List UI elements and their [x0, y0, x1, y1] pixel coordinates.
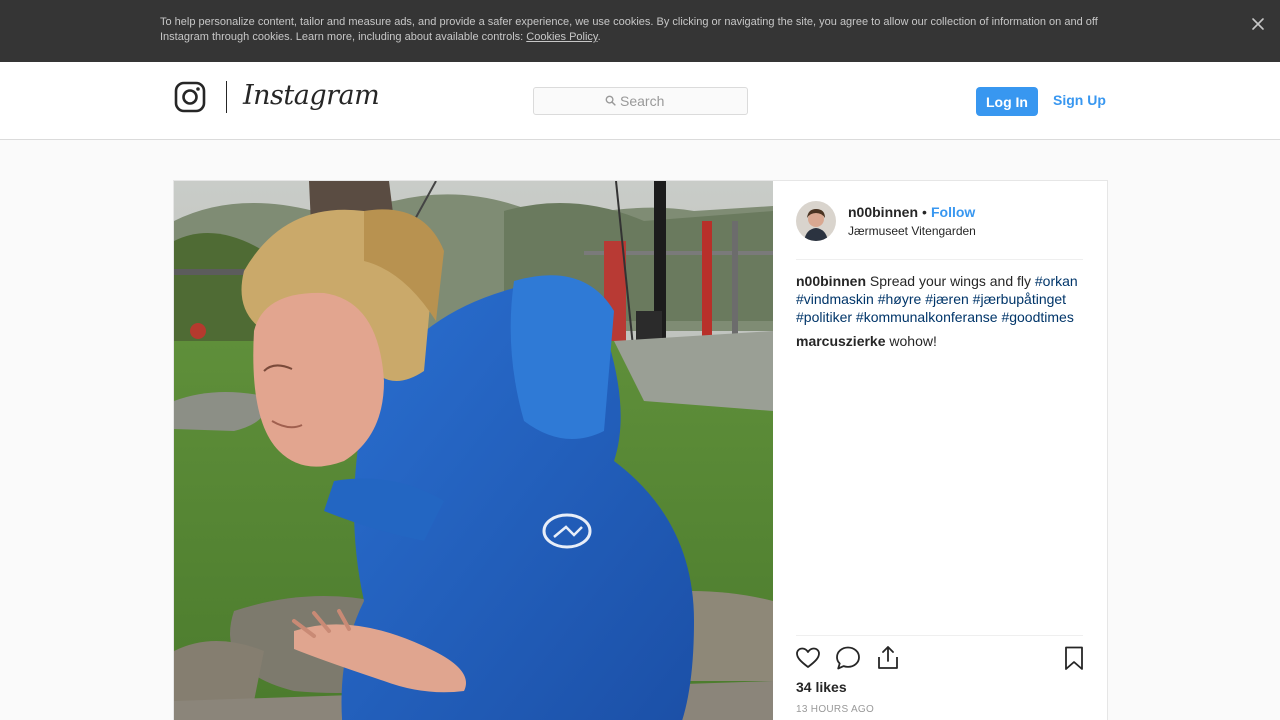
share-icon[interactable]: [874, 644, 902, 672]
separator-dot: •: [922, 204, 927, 220]
close-icon[interactable]: [1250, 16, 1266, 32]
heart-icon[interactable]: [794, 644, 822, 672]
divider: [796, 635, 1083, 636]
post-sidebar: n00binnen • Follow Jærmuseet Vitengarden…: [796, 181, 1083, 720]
hashtag-link[interactable]: #goodtimes: [1001, 309, 1073, 325]
post-location[interactable]: Jærmuseet Vitengarden: [848, 224, 976, 238]
hashtag-link[interactable]: #jærbupåtinget: [973, 291, 1066, 307]
search-icon: [605, 95, 616, 106]
caption-author[interactable]: n00binnen: [796, 273, 866, 289]
cookie-banner: To help personalize content, tailor and …: [0, 0, 1280, 62]
post-author-username[interactable]: n00binnen: [848, 204, 918, 220]
logo-divider: [226, 81, 227, 113]
follow-button[interactable]: Follow: [931, 204, 975, 220]
search-box[interactable]: [533, 87, 748, 115]
log-in-button[interactable]: Log In: [976, 87, 1038, 116]
post-caption: n00binnen Spread your wings and fly #ork…: [796, 272, 1083, 326]
caption-text: Spread your wings and fly: [869, 273, 1031, 289]
post-photo[interactable]: [174, 181, 773, 720]
cookie-period: .: [597, 31, 601, 43]
comment-text: wohow!: [889, 333, 937, 349]
comment-author[interactable]: marcuszierke: [796, 333, 886, 349]
cookie-notice-text: To help personalize content, tailor and …: [160, 15, 1110, 45]
search-input[interactable]: [620, 92, 740, 110]
divider: [796, 259, 1083, 260]
post-photo-image: [174, 181, 773, 720]
avatar[interactable]: [796, 201, 836, 241]
instagram-glyph-icon[interactable]: [174, 81, 206, 113]
hashtag-link[interactable]: #kommunalkonferanse: [856, 309, 998, 325]
comment-item: marcuszierke wohow!: [796, 332, 1083, 350]
instagram-wordmark[interactable]: Instagram: [243, 80, 380, 111]
hashtag-link[interactable]: #høyre: [878, 291, 922, 307]
hashtag-link[interactable]: #politiker: [796, 309, 852, 325]
avatar-image: [796, 201, 836, 241]
hashtag-link[interactable]: #vindmaskin: [796, 291, 874, 307]
post-card: n00binnen • Follow Jærmuseet Vitengarden…: [173, 180, 1108, 720]
cookie-message: To help personalize content, tailor and …: [160, 16, 1098, 43]
hashtag-link[interactable]: #orkan: [1035, 273, 1078, 289]
likes-count[interactable]: 34 likes: [796, 679, 847, 695]
bookmark-icon[interactable]: [1060, 644, 1088, 672]
post-timestamp[interactable]: 13 HOURS AGO: [796, 704, 874, 715]
cookies-policy-link[interactable]: Cookies Policy: [526, 31, 597, 43]
top-navigation: Instagram Log In Sign Up: [0, 62, 1280, 140]
hashtag-link[interactable]: #jæren: [925, 291, 969, 307]
comment-icon[interactable]: [834, 644, 862, 672]
sign-up-link[interactable]: Sign Up: [1053, 92, 1106, 108]
